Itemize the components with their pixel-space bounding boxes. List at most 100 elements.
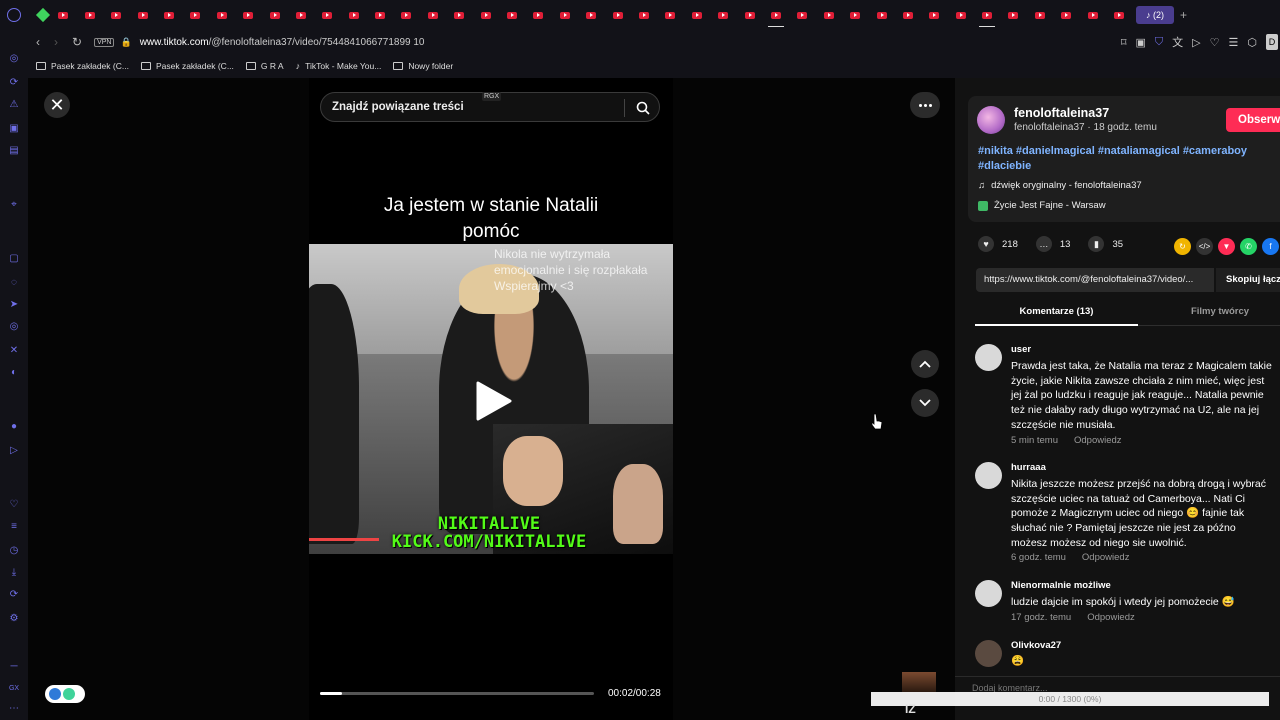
youtube-tab[interactable] [818, 7, 840, 23]
reply-link[interactable]: Odpowiedz [1087, 612, 1135, 623]
whatsapp-icon[interactable]: ✆ [1240, 238, 1257, 255]
youtube-tab[interactable] [79, 7, 101, 23]
sidebar-icon[interactable]: ◌ [8, 276, 20, 288]
sidebar-icon[interactable]: ▣ [8, 122, 20, 134]
sidebar-icon[interactable]: ─ [8, 660, 20, 672]
share-link-field[interactable]: https://www.tiktok.com/@fenoloftaleina37… [976, 268, 1214, 292]
youtube-tab[interactable] [105, 7, 127, 23]
youtube-tab[interactable] [739, 7, 761, 23]
youtube-tab[interactable] [264, 7, 286, 23]
sidebar-icon[interactable]: ◐ [8, 366, 20, 378]
tab-green-icon[interactable] [35, 7, 51, 23]
hashtags[interactable]: #nikita #danielmagical #nataliamagical #… [978, 144, 1278, 173]
sidebar-icon[interactable]: ♡ [8, 498, 20, 510]
repost-icon[interactable]: ↻ [1174, 238, 1191, 255]
sidebar-icon[interactable]: ▷ [8, 444, 20, 456]
send-icon[interactable]: ▼ [1218, 238, 1235, 255]
comment-author[interactable]: hurraaa [1011, 462, 1046, 473]
comment-stat[interactable]: … 13 [1035, 236, 1070, 252]
comment-avatar[interactable] [975, 462, 1002, 489]
tab-creator-videos[interactable]: Filmy twórcy [1150, 302, 1280, 326]
sidebar-icon[interactable]: ≡ [8, 520, 20, 532]
reload-icon[interactable]: ↻ [72, 35, 82, 49]
facebook-icon[interactable]: f [1262, 238, 1279, 255]
sidebar-icon[interactable]: ◎ [8, 52, 20, 64]
reply-link[interactable]: Odpowiedz [1074, 435, 1122, 446]
sidebar-icon[interactable]: ⟳ [8, 76, 20, 88]
youtube-tab[interactable] [607, 7, 629, 23]
play-icon[interactable]: ▷ [1192, 36, 1200, 49]
shield-icon[interactable]: ⛉ [1155, 36, 1163, 49]
sidebar-icon[interactable]: ● [8, 420, 20, 432]
translate-icon[interactable]: 文 [1172, 34, 1183, 50]
profile-avatar[interactable]: D [1266, 34, 1278, 50]
youtube-tab[interactable] [1082, 7, 1104, 23]
youtube-tab[interactable] [290, 7, 312, 23]
youtube-tab[interactable] [343, 7, 365, 23]
lock-icon[interactable]: 🔒 [120, 37, 131, 48]
youtube-tab[interactable] [395, 7, 417, 23]
url-field[interactable]: www.tiktok.com/@fenoloftaleina37/video/7… [140, 37, 425, 48]
youtube-tab[interactable] [475, 7, 497, 23]
youtube-tab[interactable] [52, 7, 74, 23]
youtube-tab[interactable] [871, 7, 893, 23]
browser-logo-icon[interactable] [7, 8, 21, 22]
bookmark-icon[interactable]: ⌑ [1121, 36, 1127, 49]
save-stat[interactable]: ▮ 35 [1088, 236, 1123, 252]
forward-icon[interactable]: › [54, 35, 58, 49]
place-row[interactable]: Życie Jest Fajne - Warsaw [978, 200, 1106, 211]
youtube-tab[interactable] [950, 7, 972, 23]
youtube-tab[interactable] [369, 7, 391, 23]
extensions-icon[interactable]: ⬡ [1247, 36, 1257, 49]
sidebar-icon[interactable]: ◷ [8, 544, 20, 556]
bookmark-item[interactable]: Pasek zakładek (C... [140, 61, 234, 71]
youtube-tab[interactable] [132, 7, 154, 23]
youtube-tab[interactable] [765, 7, 787, 27]
author-username[interactable]: fenoloftaleina37 [1014, 106, 1109, 120]
sidebar-icon[interactable]: ⚙ [8, 612, 20, 624]
youtube-tab[interactable] [686, 7, 708, 23]
previous-video-button[interactable] [911, 350, 939, 378]
youtube-tab[interactable] [316, 7, 338, 23]
bookmark-item[interactable]: ♪ TikTok - Make You... [296, 61, 382, 71]
youtube-tab[interactable] [237, 7, 259, 23]
youtube-tab[interactable] [1108, 7, 1130, 23]
sidebar-icon[interactable]: ⚠ [8, 98, 20, 110]
comment-avatar[interactable] [975, 640, 1002, 667]
youtube-tab[interactable] [448, 7, 470, 23]
play-icon[interactable] [474, 379, 514, 423]
embed-icon[interactable]: </> [1196, 238, 1213, 255]
youtube-tab[interactable] [923, 7, 945, 23]
vpn-badge[interactable]: VPN [94, 37, 115, 47]
youtube-tab[interactable] [501, 7, 523, 23]
comment-avatar[interactable] [975, 344, 1002, 371]
youtube-tab[interactable] [1055, 7, 1077, 23]
back-icon[interactable]: ‹ [36, 35, 40, 49]
search-icon[interactable] [635, 100, 651, 116]
screenshot-icon[interactable]: ▣ [1136, 36, 1146, 49]
sidebar-icon[interactable]: ⟳ [8, 588, 20, 600]
sidebar-icon[interactable]: ◎ [8, 320, 20, 332]
bookmark-item[interactable]: Pasek zakładek (C... [36, 61, 129, 71]
sidebar-icon[interactable]: ⤓ [8, 566, 20, 578]
youtube-tab[interactable] [976, 7, 998, 27]
more-options-button[interactable] [910, 92, 940, 118]
next-video-button[interactable] [911, 389, 939, 417]
youtube-tab[interactable] [897, 7, 919, 23]
menu-icon[interactable]: ☰ [1229, 36, 1239, 49]
author-avatar[interactable] [977, 106, 1005, 134]
youtube-tab[interactable] [422, 7, 444, 23]
close-button[interactable]: ✕ [44, 92, 70, 118]
youtube-tab[interactable] [554, 7, 576, 23]
new-tab-icon[interactable]: + [1180, 8, 1187, 22]
comment-author[interactable]: Nienormalnie możliwe [1011, 580, 1111, 591]
bookmark-item[interactable]: G R A [245, 61, 284, 71]
sidebar-icon[interactable]: ➤ [8, 298, 20, 310]
youtube-tab[interactable] [633, 7, 655, 23]
active-tab[interactable]: ♪ (2) [1136, 6, 1175, 24]
copy-link-button[interactable]: Skopiuj łącze [1216, 268, 1280, 292]
youtube-tab[interactable] [659, 7, 681, 23]
tab-comments[interactable]: Komentarze (13) [975, 302, 1138, 326]
bookmark-item[interactable]: Nowy folder [393, 61, 453, 71]
sidebar-icon[interactable]: ▢ [8, 252, 20, 264]
